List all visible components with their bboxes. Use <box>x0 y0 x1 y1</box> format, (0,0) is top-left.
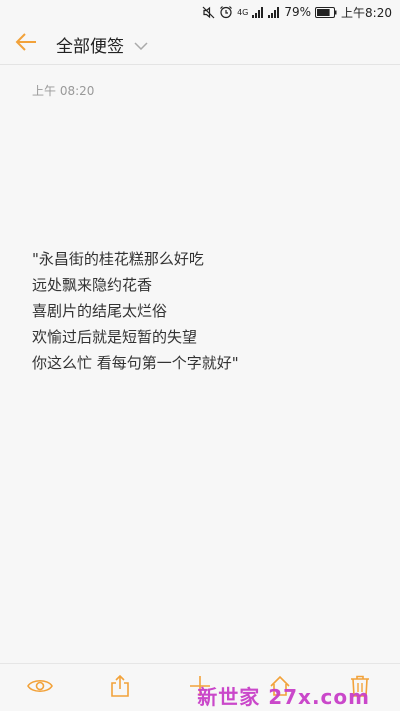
battery-percent: 79% <box>284 5 312 19</box>
status-bar: 4G 79% 上午8:20 <box>0 0 400 24</box>
signal-icon-2 <box>268 6 280 18</box>
eye-icon <box>27 677 53 699</box>
note-line: 远处飘来隐约花香 <box>32 276 153 294</box>
watermark: 新世家 27x.com <box>197 685 370 709</box>
note-line: 喜剧片的结尾太烂俗 <box>32 302 168 320</box>
header-divider <box>0 64 400 65</box>
screen: 4G 79% 上午8:20 全部便签 上午 08:20 "永昌街的桂花糕那么好吃… <box>0 0 400 711</box>
preview-button[interactable] <box>20 668 60 708</box>
alarm-icon <box>219 5 233 19</box>
page-title[interactable]: 全部便签 <box>56 32 124 57</box>
share-button[interactable] <box>100 668 140 708</box>
note-line: "永昌街的桂花糕那么好吃 <box>32 250 204 268</box>
title-bar: 全部便签 <box>0 24 400 64</box>
network-type: 4G <box>237 7 249 17</box>
mute-icon <box>202 6 215 19</box>
note-timestamp: 上午 08:20 <box>32 84 95 98</box>
signal-icon <box>252 6 264 18</box>
folder-dropdown[interactable] <box>134 35 148 54</box>
note-body[interactable]: "永昌街的桂花糕那么好吃 远处飘来隐约花香 喜剧片的结尾太烂俗 欢愉过后就是短暂… <box>32 246 372 376</box>
chevron-down-icon <box>134 35 148 54</box>
arrow-left-icon <box>14 32 38 56</box>
back-button[interactable] <box>4 24 48 64</box>
share-icon <box>110 674 130 701</box>
note-line: 欢愉过后就是短暂的失望 <box>32 328 198 346</box>
note-line: 你这么忙 看每句第一个字就好" <box>32 354 239 372</box>
battery-icon <box>315 6 337 18</box>
status-time: 上午8:20 <box>341 5 392 20</box>
